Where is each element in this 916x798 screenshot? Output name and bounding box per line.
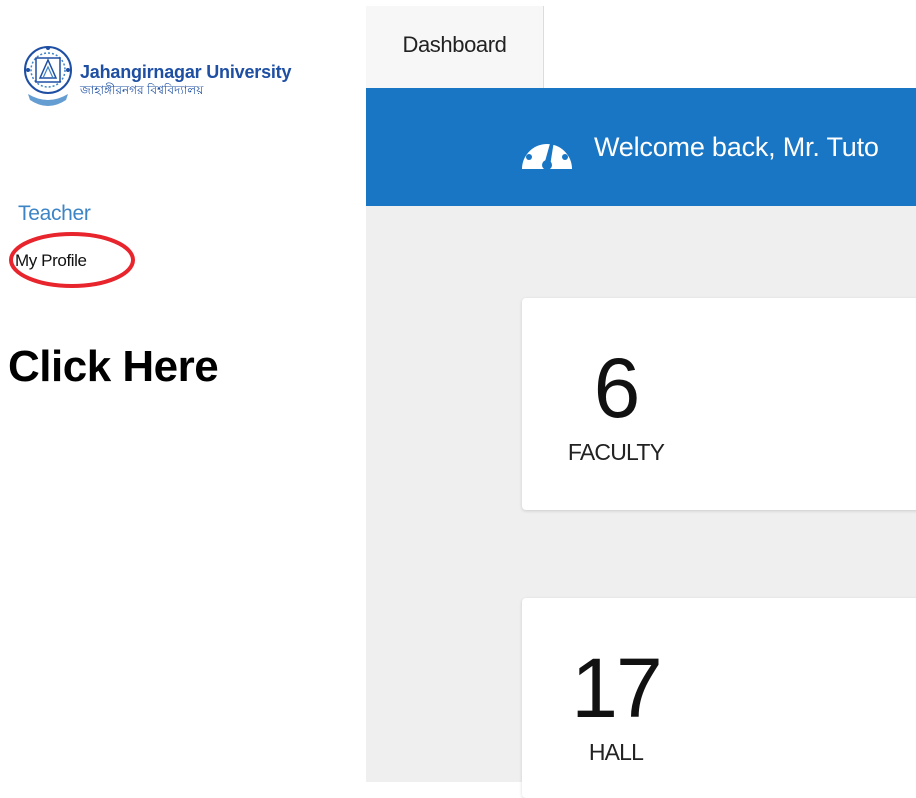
main-content: Dashboard Welcome back, Mr. Tuto 6 FACUL… xyxy=(366,0,916,798)
tab-dashboard[interactable]: Dashboard xyxy=(366,6,544,88)
stat-label-faculty: FACULTY xyxy=(567,439,665,465)
university-seal-icon xyxy=(24,46,72,106)
logo-subtitle: জাহাঙ্গীরনগর বিশ্ববিদ্যালয় xyxy=(80,82,204,97)
logo-title: Jahangirnagar University xyxy=(80,61,292,82)
sidebar-item-my-profile[interactable]: My Profile xyxy=(15,251,87,271)
stat-value-faculty: 6 xyxy=(593,341,641,435)
stat-label-hall: HALL xyxy=(588,739,644,765)
welcome-banner: Welcome back, Mr. Tuto xyxy=(366,88,916,206)
tab-bar: Dashboard xyxy=(366,0,916,88)
stat-card-hall[interactable]: 17 HALL xyxy=(522,598,916,798)
stat-value-hall: 17 xyxy=(571,641,662,735)
sidebar: Jahangirnagar University জাহাঙ্গীরনগর বি… xyxy=(0,0,366,782)
speedometer-icon xyxy=(522,131,572,170)
stat-card-faculty[interactable]: 6 FACULTY xyxy=(522,298,916,510)
sidebar-section-teacher: Teacher xyxy=(18,202,91,225)
click-here-annotation: Click Here xyxy=(8,342,219,391)
university-logo[interactable]: Jahangirnagar University জাহাঙ্গীরনগর বি… xyxy=(22,42,291,116)
welcome-message: Welcome back, Mr. Tuto xyxy=(594,131,879,162)
